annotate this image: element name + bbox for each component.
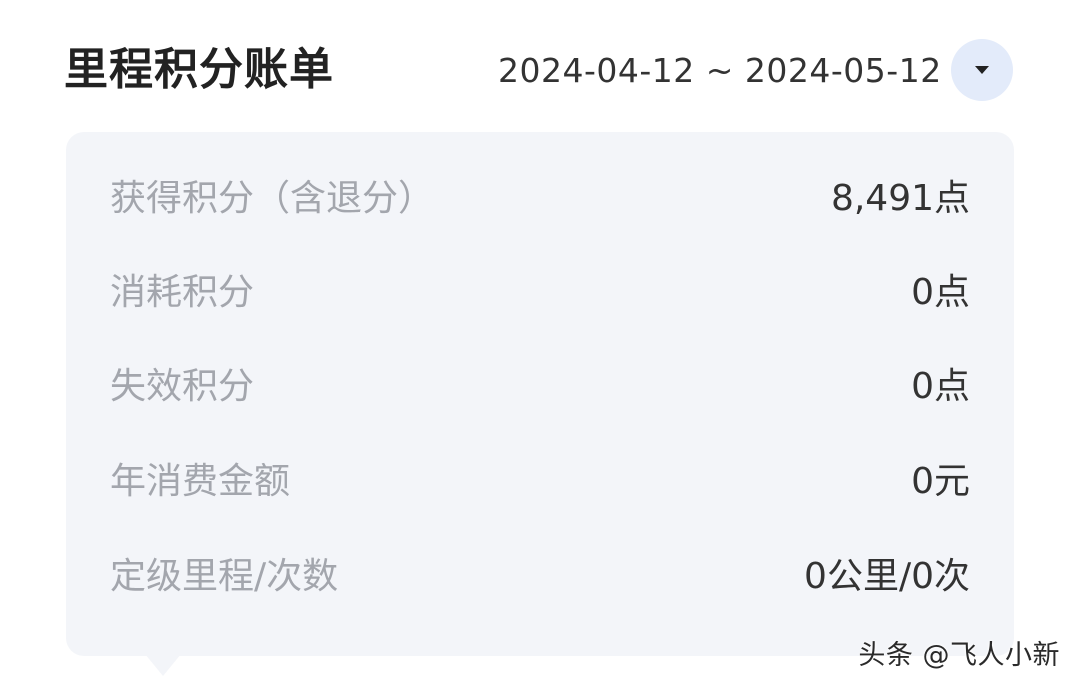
earned-points-label: 获得积分（含退分） [110, 178, 435, 219]
annual-spending-value: 0元 [911, 461, 970, 502]
watermark-text: 头条 @飞人小新 [858, 640, 1060, 671]
annual-spending-label: 年消费金额 [110, 461, 291, 502]
summary-row-earned-points: 获得积分（含退分） 8,491点 [110, 165, 970, 225]
expired-points-value: 0点 [911, 366, 970, 407]
caret-down-icon [975, 66, 989, 74]
summary-row-annual-spending: 年消费金额 0元 [110, 448, 970, 508]
summary-row-tier-mileage: 定级里程/次数 0公里/0次 [110, 543, 970, 603]
expired-points-label: 失效积分 [110, 366, 255, 407]
earned-points-value: 8,491点 [830, 178, 970, 219]
consumed-points-value: 0点 [911, 272, 970, 313]
card-pointer-arrow [145, 654, 181, 676]
date-range-dropdown-button[interactable] [951, 39, 1013, 101]
date-range-label[interactable]: 2024-04-12 ~ 2024-05-12 [498, 44, 942, 96]
consumed-points-label: 消耗积分 [110, 272, 255, 313]
tier-mileage-label: 定级里程/次数 [110, 556, 339, 597]
points-statement-page: 里程积分账单 2024-04-12 ~ 2024-05-12 获得积分（含退分）… [0, 0, 1080, 688]
summary-row-consumed-points: 消耗积分 0点 [110, 259, 970, 319]
summary-row-expired-points: 失效积分 0点 [110, 353, 970, 413]
tier-mileage-value: 0公里/0次 [804, 556, 970, 597]
points-summary-card: 获得积分（含退分） 8,491点 消耗积分 0点 失效积分 0点 年消费金额 0… [66, 132, 1014, 656]
page-title: 里程积分账单 [64, 44, 334, 95]
